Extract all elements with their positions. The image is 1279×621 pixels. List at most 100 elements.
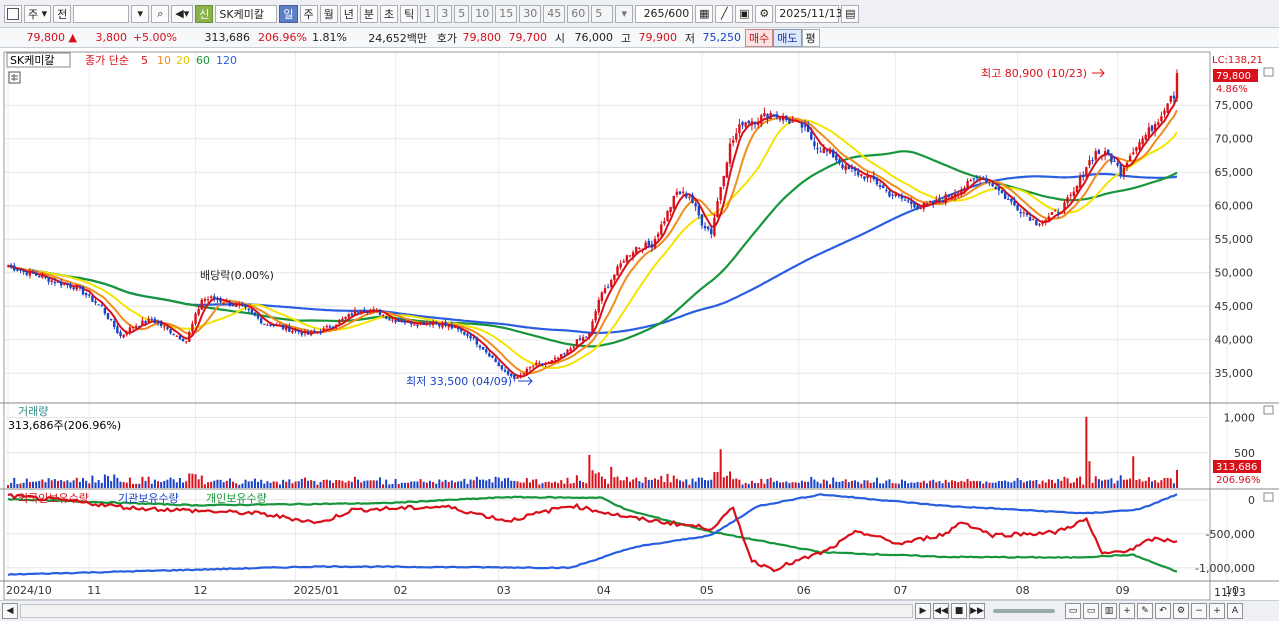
avg-button[interactable]: 평 <box>801 28 820 47</box>
compare-icon[interactable]: ▭ <box>1065 603 1081 619</box>
scroll-track[interactable] <box>20 604 913 618</box>
font-icon[interactable]: A <box>1227 603 1243 619</box>
volume-bar <box>1044 482 1047 488</box>
candle-body <box>950 195 954 198</box>
stop-icon[interactable]: ■ <box>951 603 967 619</box>
volume-bar <box>419 479 422 488</box>
candle-body <box>72 287 75 290</box>
stock-name-field[interactable]: SK케미칼 <box>215 4 278 23</box>
candle-body <box>797 121 800 123</box>
zoom-out-icon[interactable]: − <box>1191 603 1207 619</box>
chart-area[interactable]: 35,000 40,000 45,000 50,000 55,000 60,000 65,0… <box>0 48 1279 600</box>
search-icon[interactable]: ⌕ <box>151 4 170 23</box>
period-day[interactable]: 일 <box>279 4 298 23</box>
candle-body <box>19 269 22 271</box>
candle-body <box>544 363 547 365</box>
draw-icon[interactable]: ╱ <box>715 4 734 23</box>
candle-body <box>372 309 375 312</box>
undo-icon[interactable]: ↶ <box>1155 603 1171 619</box>
volume-bar <box>1169 478 1172 488</box>
volume-bar <box>582 482 585 488</box>
forward-icon[interactable]: ▶▶ <box>969 603 985 619</box>
candle-body <box>1022 212 1026 214</box>
crosshair-icon[interactable]: + <box>1119 603 1135 619</box>
volume-bar <box>1022 482 1025 488</box>
holding-close-icon[interactable] <box>1263 492 1274 502</box>
candle-body <box>547 362 550 364</box>
sound-icon[interactable]: ◀▾ <box>171 4 194 23</box>
sell-button[interactable]: 매도 <box>773 28 802 47</box>
volume-bar <box>310 480 313 488</box>
candle-body <box>828 149 832 154</box>
volume-bar <box>253 478 256 488</box>
volume-bar <box>719 449 722 488</box>
candle-body <box>660 224 663 235</box>
date-tick-label: 08 <box>1016 584 1030 597</box>
candle-body <box>244 304 247 308</box>
volume-bar <box>888 479 891 488</box>
candle-body <box>281 324 285 329</box>
panel-close-icon[interactable] <box>1263 67 1274 77</box>
prev-button[interactable]: 전 <box>53 4 72 23</box>
volume-bar <box>200 475 203 488</box>
volume-close-icon[interactable] <box>1263 405 1274 415</box>
scroll-right-icon[interactable]: ▶ <box>915 603 931 619</box>
interval-10[interactable]: 10 <box>471 4 494 23</box>
calendar-icon[interactable]: ▤ <box>841 4 860 23</box>
interval-dropdown-icon[interactable]: ▾ <box>615 4 634 23</box>
interval-15[interactable]: 15 <box>495 4 518 23</box>
candle-body <box>628 255 632 257</box>
period-week[interactable]: 주 <box>299 4 318 23</box>
candle-body <box>678 191 682 195</box>
dropdown-icon[interactable]: ▾ <box>131 4 150 23</box>
settings-small-icon[interactable]: ⚙ <box>1173 603 1189 619</box>
zoom-slider[interactable] <box>993 609 1055 613</box>
overlay-icon[interactable]: ▭ <box>1083 603 1099 619</box>
zoom-in-icon[interactable]: + <box>1209 603 1225 619</box>
period-second[interactable]: 초 <box>380 4 399 23</box>
candle-body <box>31 272 35 274</box>
gear-icon[interactable]: ⚙ <box>755 4 774 23</box>
volume-bar <box>503 478 506 488</box>
interval-1[interactable]: 1 <box>420 4 436 23</box>
volume-bar <box>1010 482 1013 488</box>
toolbar-candle-icon[interactable]: ▦ <box>695 4 714 23</box>
pen-icon[interactable]: ✎ <box>1137 603 1153 619</box>
menu-icon[interactable] <box>4 4 22 23</box>
interval-60[interactable]: 60 <box>567 4 590 23</box>
date-input[interactable]: 2025/11/13 <box>775 4 843 23</box>
period-tick[interactable]: 틱 <box>400 4 419 23</box>
volume-bar <box>738 479 741 488</box>
interval-45[interactable]: 45 <box>543 4 566 23</box>
market-select[interactable]: 주 ▾ <box>24 4 52 23</box>
candle-body <box>869 175 872 178</box>
save-icon[interactable]: ▣ <box>735 4 754 23</box>
period-month[interactable]: 월 <box>319 4 338 23</box>
scroll-left-icon[interactable]: ◀ <box>2 603 18 619</box>
stock-code-input[interactable]: 285130 <box>73 4 130 23</box>
candle-body <box>847 165 851 170</box>
volume-bar <box>272 481 275 488</box>
candle-body <box>685 193 688 198</box>
rewind-icon[interactable]: ◀◀ <box>933 603 949 619</box>
candle-body <box>381 314 385 316</box>
volume-bar <box>94 482 97 488</box>
volume-bar <box>941 483 944 488</box>
interval-3[interactable]: 3 <box>437 4 453 23</box>
split-icon[interactable]: ▥ <box>1101 603 1117 619</box>
candle-body <box>163 326 166 328</box>
volume-bar <box>957 482 960 488</box>
candle-body <box>663 221 666 224</box>
buy-button[interactable]: 매수 <box>745 28 774 47</box>
volume-bar <box>788 483 791 488</box>
period-year[interactable]: 년 <box>339 4 358 23</box>
interval-30[interactable]: 30 <box>519 4 542 23</box>
volume-bar <box>622 480 625 488</box>
candle-body <box>528 367 532 369</box>
volume-bar <box>303 477 306 488</box>
interval-5[interactable]: 5 <box>454 4 470 23</box>
ma20-label: 20 <box>176 54 190 67</box>
period-minute[interactable]: 분 <box>359 4 379 23</box>
interval-input[interactable]: 5 <box>591 4 614 23</box>
count-input[interactable]: 265/600 <box>635 4 694 23</box>
